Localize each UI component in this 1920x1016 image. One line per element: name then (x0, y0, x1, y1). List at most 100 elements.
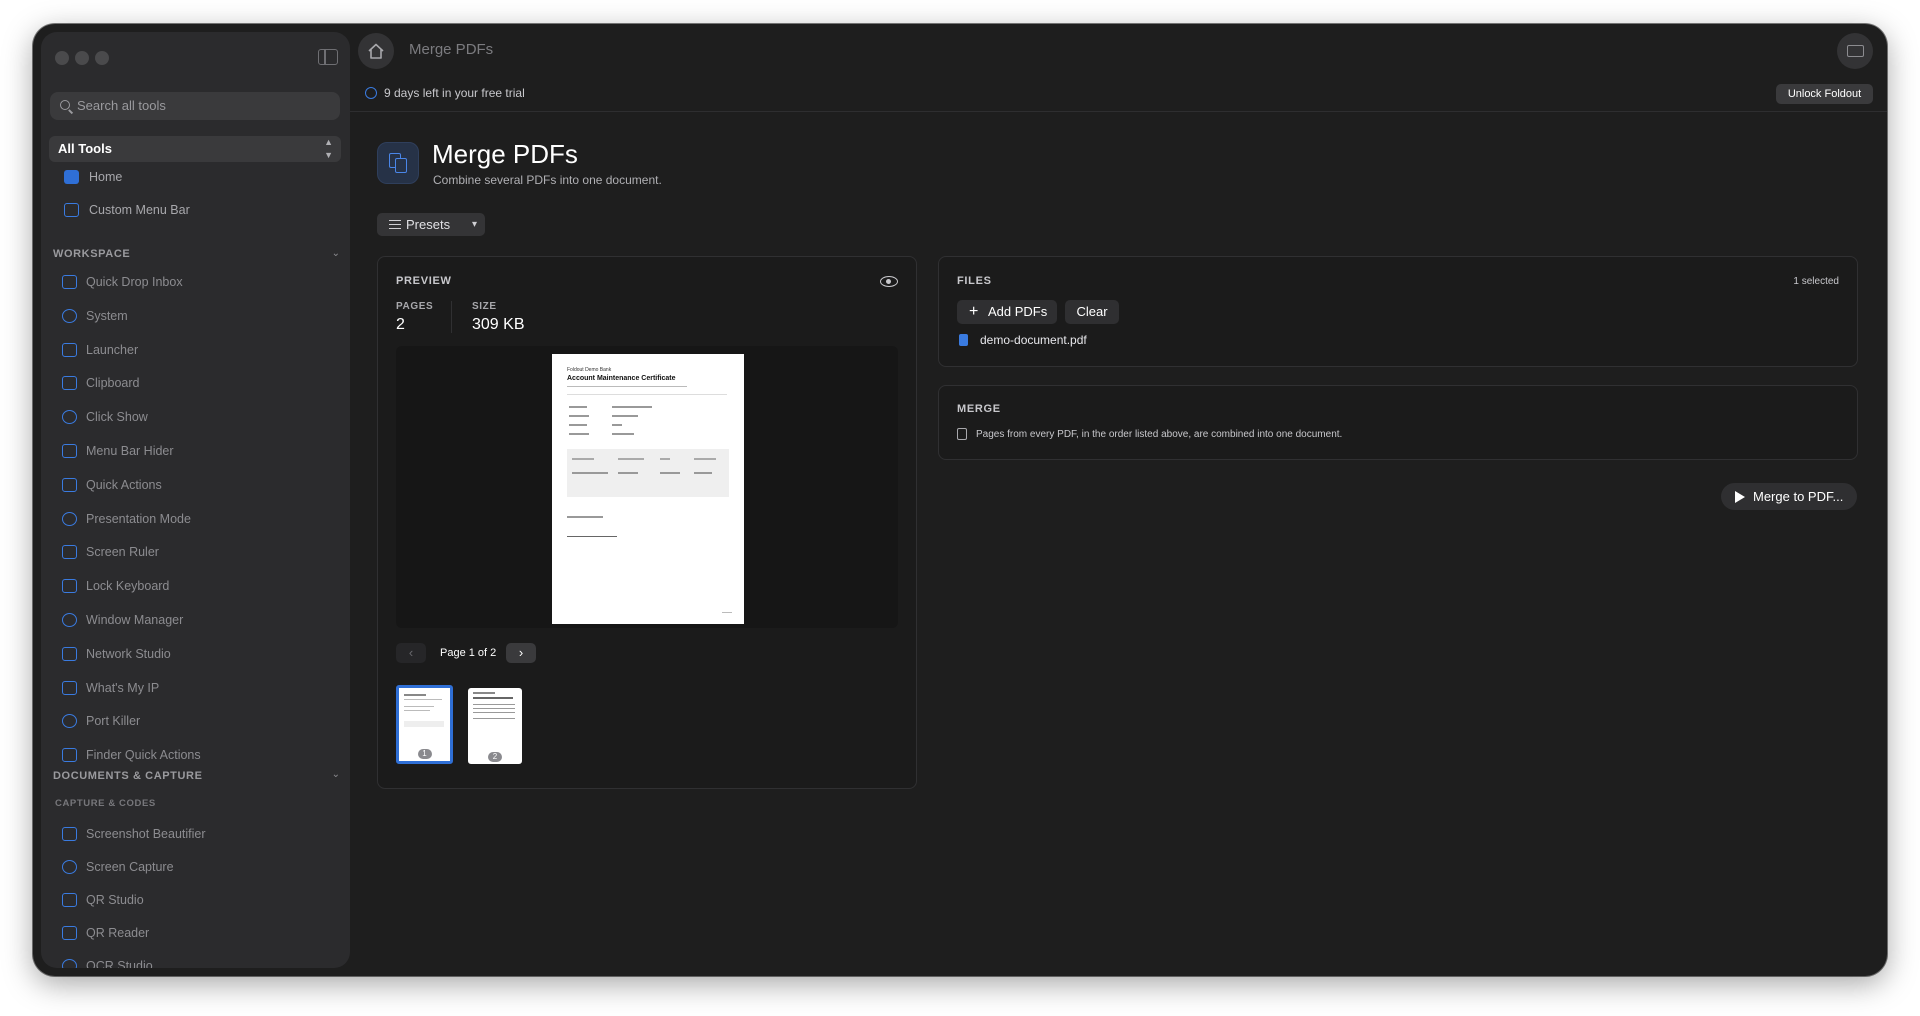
documents-section-header[interactable]: DOCUMENTS & CAPTURE (53, 770, 203, 782)
preview-card: PREVIEW PAGES 2 SIZE 309 KB Foldout Demo… (377, 256, 917, 789)
sidebar-item-launcher[interactable]: Launcher (51, 336, 341, 364)
sidebar-item-network-studio[interactable]: Network Studio (51, 640, 341, 668)
sidebar-item-presentation-mode[interactable]: Presentation Mode (51, 505, 341, 533)
sidebar-item-custom-menu-bar[interactable]: Custom Menu Bar (51, 196, 341, 224)
app-window: Search all tools All Tools ▲ ▼ Home Custo… (33, 24, 1887, 976)
document-icon (957, 428, 967, 440)
preview-label: PREVIEW (396, 275, 452, 287)
network-icon (62, 646, 77, 661)
play-icon (1735, 491, 1745, 503)
stat-divider (451, 301, 452, 333)
home-icon (368, 43, 384, 59)
sliders-icon (389, 220, 401, 229)
thumbnail-number: 2 (488, 752, 502, 762)
menu-bar-hider-icon (62, 444, 77, 458)
sidebar-item-screenshot-beautifier[interactable]: Screenshot Beautifier (51, 820, 341, 848)
trial-banner: 9 days left in your free trial (365, 86, 525, 100)
command-icon (62, 342, 77, 357)
page-subtitle: Combine several PDFs into one document. (433, 173, 662, 187)
port-icon (62, 714, 77, 729)
add-pdfs-button[interactable]: + Add PDFs (957, 300, 1057, 324)
page-thumbnail[interactable]: 2 (468, 688, 522, 764)
sidebar-item-lock-keyboard[interactable]: Lock Keyboard (51, 572, 341, 600)
chevron-down-icon[interactable]: ⌄ (332, 769, 340, 780)
sidebar-toggle-icon[interactable] (318, 49, 338, 65)
ocr-icon (62, 959, 77, 968)
menu-bar-icon (64, 203, 79, 217)
selected-count: 1 selected (1793, 276, 1839, 287)
chevron-down-icon[interactable]: ⌄ (332, 248, 340, 259)
lock-icon (62, 579, 77, 594)
merge-label: MERGE (957, 403, 1001, 415)
display-button[interactable] (1837, 33, 1873, 69)
sidebar-item-quick-actions[interactable]: Quick Actions (51, 471, 341, 499)
screenshot-icon (62, 827, 77, 841)
home-icon (64, 170, 79, 184)
ruler-icon (62, 545, 77, 560)
sidebar-item-port-killer[interactable]: Port Killer (51, 707, 341, 735)
finder-icon (62, 748, 77, 763)
sidebar-item-home[interactable]: Home (51, 163, 341, 191)
quick-actions-icon (62, 477, 77, 492)
sidebar-item-screen-capture[interactable]: Screen Capture (51, 853, 341, 881)
size-value: 309 KB (472, 316, 525, 333)
sidebar-item-click-show[interactable]: Click Show (51, 403, 341, 431)
thumbnail-number: 1 (417, 749, 432, 759)
plus-icon: + (969, 303, 979, 320)
pdf-file-icon (959, 334, 968, 346)
presets-button[interactable]: Presets ▾ (377, 213, 485, 236)
qr-icon (62, 893, 77, 907)
display-icon (1847, 45, 1864, 57)
page-thumbnail[interactable]: 1 (396, 685, 453, 764)
unlock-button[interactable]: Unlock Foldout (1776, 84, 1873, 104)
merge-pdfs-icon (377, 142, 419, 184)
tool-scope-select[interactable]: All Tools ▲ ▼ (49, 136, 341, 162)
window-icon (62, 613, 77, 627)
pages-value: 2 (396, 316, 405, 333)
next-page-button[interactable]: › (506, 643, 536, 663)
window-title: Merge PDFs (409, 41, 494, 58)
files-label: FILES (957, 275, 992, 287)
sidebar-item-menu-bar-hider[interactable]: Menu Bar Hider (51, 437, 341, 465)
pdf-doc-title: Account Maintenance Certificate (567, 375, 676, 382)
capture-subsection-header: CAPTURE & CODES (55, 798, 156, 809)
merge-to-pdf-button[interactable]: Merge to PDF... (1721, 483, 1857, 510)
clock-icon (365, 87, 377, 99)
page-title: Merge PDFs (432, 139, 578, 169)
file-list-item[interactable]: demo-document.pdf (957, 331, 1157, 349)
sidebar-item-clipboard[interactable]: Clipboard (51, 369, 341, 397)
pdf-page-preview: Foldout Demo Bank Account Maintenance Ce… (552, 354, 744, 624)
click-icon (62, 410, 77, 425)
sidebar-item-qr-studio[interactable]: QR Studio (51, 886, 341, 914)
sidebar-item-finder-quick-actions[interactable]: Finder Quick Actions (51, 741, 341, 769)
capture-icon (62, 860, 77, 874)
file-name: demo-document.pdf (980, 333, 1087, 347)
search-input[interactable]: Search all tools (50, 92, 340, 120)
previous-page-button[interactable]: ‹ (396, 643, 426, 663)
sidebar-item-what-s-my-ip[interactable]: What's My IP (51, 674, 341, 702)
minimize-window-button[interactable] (75, 51, 89, 65)
merge-description: Pages from every PDF, in the order liste… (976, 429, 1343, 440)
sidebar-item-window-manager[interactable]: Window Manager (51, 606, 341, 634)
chevron-updown-icon: ▲ ▼ (324, 137, 333, 160)
clear-button[interactable]: Clear (1065, 300, 1119, 324)
system-icon (62, 308, 77, 323)
sidebar-item-qr-reader[interactable]: QR Reader (51, 919, 341, 947)
search-icon (60, 100, 70, 110)
close-window-button[interactable] (55, 51, 69, 65)
sidebar-item-screen-ruler[interactable]: Screen Ruler (51, 538, 341, 566)
pdf-preview-area: Foldout Demo Bank Account Maintenance Ce… (396, 346, 898, 628)
header-divider (350, 111, 1887, 112)
qr-reader-icon (62, 926, 77, 940)
zoom-window-button[interactable] (95, 51, 109, 65)
presentation-icon (62, 511, 77, 526)
sidebar-item-quick-drop-inbox[interactable]: Quick Drop Inbox (51, 268, 341, 296)
pdf-bank-name: Foldout Demo Bank (567, 367, 612, 373)
workspace-section-header[interactable]: WORKSPACE (53, 248, 130, 260)
sidebar-item-ocr-studio[interactable]: OCR Studio (51, 952, 341, 968)
eye-icon[interactable] (880, 276, 898, 287)
home-button[interactable] (358, 33, 394, 69)
sidebar-item-system[interactable]: System (51, 302, 341, 330)
clipboard-icon (62, 376, 77, 391)
inbox-icon (62, 275, 77, 289)
